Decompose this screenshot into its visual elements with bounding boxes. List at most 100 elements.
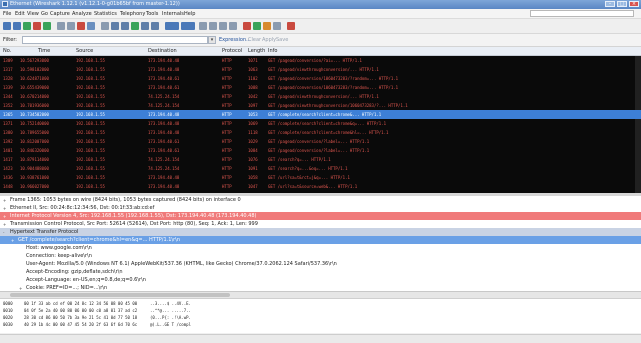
bytes-line[interactable]: 0010 04 0f 5e 2a 40 00 80 06 00 00 c0 a8 … <box>0 307 641 314</box>
packet-row[interactable]: 1309 10.567293000 192.168.1.55 173.194.40.4… <box>0 56 641 65</box>
packet-row[interactable]: 1448 10.966027000 192.168.1.55 173.194.40.4… <box>0 182 641 191</box>
packet-src-cell: 192.168.1.55 <box>76 67 105 72</box>
go-last-icon[interactable] <box>151 22 159 30</box>
detail-line[interactable]: + Frame 1365: 1053 bytes on wire (8424 bi… <box>0 196 641 204</box>
packet-row[interactable]: 1392 10.812007000 192.168.1.55 173.194.40.6… <box>0 137 641 146</box>
packet-row[interactable]: 1401 10.846320000 192.168.1.55 173.194.40.6… <box>0 146 641 155</box>
capture-filters-icon[interactable] <box>243 22 251 30</box>
collapse-icon[interactable]: - <box>3 230 4 235</box>
col-length[interactable]: Length <box>248 48 265 54</box>
filter-dropdown-icon[interactable]: ▾ <box>208 36 216 44</box>
packet-time-cell: 10.734582000 <box>20 112 49 117</box>
expand-icon[interactable]: + <box>3 214 6 219</box>
detail-line[interactable]: + Transmission Control Protocol, Src Port… <box>0 220 641 228</box>
zoom-in-icon[interactable] <box>199 22 207 30</box>
packet-bytes-pane[interactable]: 0000 00 1f 33 ab cd ef 00 24 8c 12 34 56 … <box>0 299 641 333</box>
resize-columns-icon[interactable] <box>229 22 237 30</box>
packet-row[interactable]: 1317 10.598102000 192.168.1.55 173.194.40.4… <box>0 65 641 74</box>
detail-line[interactable]: Connection: keep-alive\r\n <box>0 252 641 260</box>
detail-line[interactable]: Accept-Language: en-US,en;q=0.8,de;q=0.6… <box>0 276 641 284</box>
go-first-icon[interactable] <box>141 22 149 30</box>
detail-line[interactable]: + Cookie: PREF=ID=...; NID=...\r\n <box>0 284 641 291</box>
options-icon[interactable] <box>13 22 21 30</box>
detail-line[interactable]: User-Agent: Mozilla/5.0 (Windows NT 6.1)… <box>0 260 641 268</box>
save-file-icon[interactable] <box>67 22 75 30</box>
packet-row[interactable]: 1344 10.670214000 192.168.1.55 74.125.24.15… <box>0 92 641 101</box>
close-file-icon[interactable] <box>77 22 85 30</box>
filter-save-button[interactable]: Save <box>276 37 288 43</box>
go-to-packet-icon[interactable] <box>131 22 139 30</box>
packet-row[interactable]: 1371 10.752140000 192.168.1.55 173.194.40.4… <box>0 119 641 128</box>
packet-row[interactable]: 1352 10.701936000 192.168.1.55 74.125.24.15… <box>0 101 641 110</box>
detail-line[interactable]: + Internet Protocol Version 4, Src: 192.1… <box>0 212 641 220</box>
menu-go[interactable]: Go <box>41 11 48 17</box>
search-box[interactable] <box>530 10 634 17</box>
zoom-out-icon[interactable] <box>209 22 217 30</box>
packet-row[interactable]: 1423 10.904488000 192.168.1.55 74.125.24.15… <box>0 164 641 173</box>
expand-icon[interactable]: + <box>11 238 14 243</box>
packet-list[interactable]: 1309 10.567293000 192.168.1.55 173.194.40.4… <box>0 56 641 193</box>
col-destination[interactable]: Destination <box>148 48 177 54</box>
maximize-button[interactable]: □ <box>617 1 627 7</box>
filter-input[interactable] <box>22 36 208 44</box>
packet-row[interactable]: 1365 10.734582000 192.168.1.55 173.194.40.4… <box>0 110 641 119</box>
packet-no-cell: 1423 <box>3 166 13 171</box>
restart-capture-icon[interactable] <box>43 22 51 30</box>
find-packet-icon[interactable] <box>101 22 109 30</box>
menu-statistics[interactable]: Statistics <box>94 11 117 17</box>
go-forward-icon[interactable] <box>121 22 129 30</box>
start-capture-icon[interactable] <box>23 22 31 30</box>
packet-row[interactable]: 1339 10.655439000 192.168.1.55 173.194.40.6… <box>0 83 641 92</box>
display-filters-icon[interactable] <box>253 22 261 30</box>
filter-apply-button[interactable]: Apply <box>262 37 276 43</box>
col-no[interactable]: No. <box>3 48 11 54</box>
menu-internals[interactable]: Internals <box>162 11 184 17</box>
menu-tools[interactable]: Tools <box>146 11 158 17</box>
detail-line[interactable]: + GET /complete/search?client=chrome&hl=e… <box>0 236 641 244</box>
detail-line[interactable]: Host: www.google.com\r\n <box>0 244 641 252</box>
expand-icon[interactable]: + <box>3 206 6 211</box>
menu-analyze[interactable]: Analyze <box>72 11 92 17</box>
detail-line[interactable]: + Ethernet II, Src: 00:24:8c:12:34:56, Ds… <box>0 204 641 212</box>
bytes-line[interactable]: 0020 28 30 cd 86 00 50 7b 3a 9e 21 5c 41 … <box>0 314 641 321</box>
details-horizontal-scrollbar[interactable] <box>0 292 641 299</box>
help-icon[interactable] <box>287 22 295 30</box>
expand-icon[interactable]: + <box>3 198 6 203</box>
bytes-line[interactable]: 0000 00 1f 33 ab cd ef 00 24 8c 12 34 56 … <box>0 300 641 307</box>
packet-row[interactable]: 1328 10.624871000 192.168.1.55 173.194.40.6… <box>0 74 641 83</box>
menu-telephony[interactable]: Telephony <box>120 11 145 17</box>
scrollbar-thumb[interactable] <box>10 293 230 297</box>
menu-help[interactable]: Help <box>184 11 195 17</box>
coloring-rules-icon[interactable] <box>263 22 271 30</box>
zoom-normal-icon[interactable] <box>219 22 227 30</box>
packet-row[interactable]: 1417 10.879114000 192.168.1.55 74.125.24.15… <box>0 155 641 164</box>
packet-row[interactable]: 1380 10.789655000 192.168.1.55 173.194.40.4… <box>0 128 641 137</box>
menu-view[interactable]: View <box>27 11 39 17</box>
menu-file[interactable]: File <box>3 11 11 17</box>
go-back-icon[interactable] <box>111 22 119 30</box>
reload-icon[interactable] <box>87 22 95 30</box>
preferences-icon[interactable] <box>273 22 281 30</box>
minimize-button[interactable]: – <box>605 1 615 7</box>
open-file-icon[interactable] <box>57 22 65 30</box>
filter-expression-button[interactable]: Expression... <box>219 37 251 43</box>
autoscroll-icon[interactable] <box>181 22 195 30</box>
col-source[interactable]: Source <box>76 48 93 54</box>
col-info[interactable]: Info <box>268 48 277 54</box>
detail-line[interactable]: - Hypertext Transfer Protocol <box>0 228 641 236</box>
packet-row[interactable]: 1436 10.938761000 192.168.1.55 173.194.40.4… <box>0 173 641 182</box>
packet-details-pane[interactable]: + Frame 1365: 1053 bytes on wire (8424 bi… <box>0 196 641 292</box>
close-button[interactable]: × <box>629 1 639 7</box>
stop-capture-icon[interactable] <box>33 22 41 30</box>
col-protocol[interactable]: Protocol <box>222 48 242 54</box>
filter-clear-button[interactable]: Clear <box>248 37 261 43</box>
detail-line[interactable]: Accept-Encoding: gzip,deflate,sdch\r\n <box>0 268 641 276</box>
expand-icon[interactable]: + <box>3 222 6 227</box>
menu-capture[interactable]: Capture <box>50 11 70 17</box>
expand-icon[interactable]: + <box>19 286 22 291</box>
menu-edit[interactable]: Edit <box>15 11 25 17</box>
colorize-icon[interactable] <box>165 22 179 30</box>
bytes-line[interactable]: 0030 40 29 1b 4c 00 00 47 45 54 20 2f 63 … <box>0 321 641 328</box>
col-time[interactable]: Time <box>38 48 50 54</box>
interfaces-icon[interactable] <box>3 22 11 30</box>
